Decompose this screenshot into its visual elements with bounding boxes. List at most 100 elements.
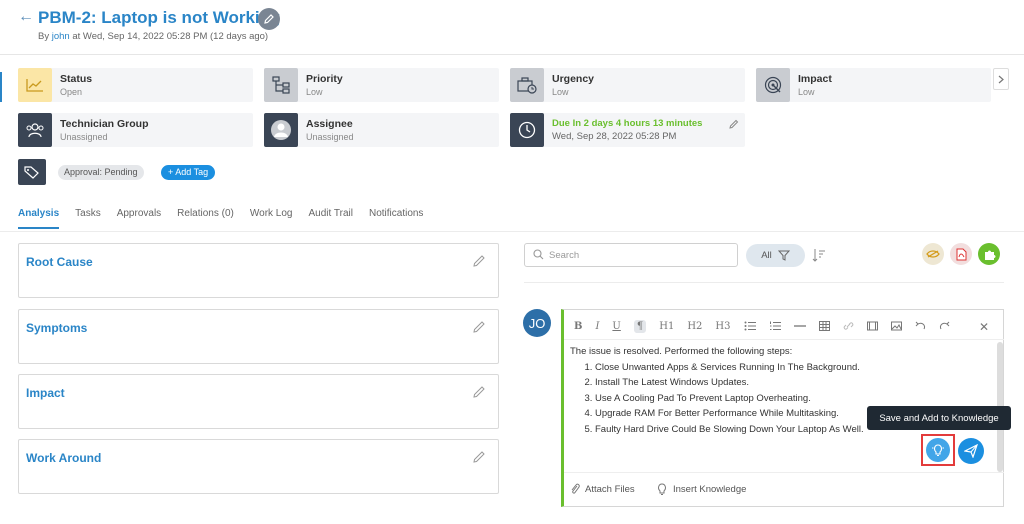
- add-tag-button[interactable]: + Add Tag: [161, 165, 216, 180]
- tab-audit-trail[interactable]: Audit Trail: [309, 208, 353, 229]
- urgency-label: Urgency: [552, 73, 595, 85]
- tag-icon[interactable]: [18, 159, 46, 185]
- byline: By john at Wed, Sep 14, 2022 05:28 PM (1…: [38, 31, 268, 42]
- due-date-card[interactable]: Due In 2 days 4 hours 13 minutes Wed, Se…: [510, 113, 745, 147]
- paragraph-button[interactable]: ¶: [633, 319, 647, 333]
- tab-bar: Analysis Tasks Approvals Relations (0) W…: [18, 208, 439, 229]
- edit-work-around-icon[interactable]: [473, 450, 486, 463]
- numbered-list-icon[interactable]: [769, 321, 781, 331]
- list-item: Close Unwanted Apps & Services Running I…: [595, 360, 864, 376]
- toolbar-divider: [564, 339, 1004, 340]
- status-label: Status: [60, 73, 93, 85]
- target-impact-icon: [756, 68, 790, 102]
- bold-button[interactable]: B: [574, 321, 582, 332]
- tab-approvals[interactable]: Approvals: [117, 208, 161, 229]
- redo-icon[interactable]: [939, 321, 950, 331]
- editor-footer-divider: [564, 472, 1004, 473]
- image-icon[interactable]: [890, 321, 902, 331]
- tab-notifications[interactable]: Notifications: [369, 208, 423, 229]
- edit-impact-icon[interactable]: [473, 385, 486, 398]
- urgency-card[interactable]: Urgency Low: [510, 68, 745, 102]
- horizontal-rule-icon[interactable]: [793, 321, 806, 331]
- assignee-label: Assignee: [306, 118, 353, 130]
- tab-tasks[interactable]: Tasks: [75, 208, 101, 229]
- video-icon[interactable]: [866, 321, 878, 331]
- right-panel-divider: [524, 282, 1004, 283]
- impact-section: Impact: [18, 374, 499, 429]
- pencil-icon[interactable]: [729, 119, 739, 129]
- tab-relations[interactable]: Relations (0): [177, 208, 234, 229]
- heading2-button[interactable]: H2: [687, 321, 702, 332]
- pencil-icon: [264, 14, 274, 24]
- insert-knowledge-label: Insert Knowledge: [673, 483, 747, 495]
- editor-content[interactable]: The issue is resolved. Performed the fol…: [570, 344, 864, 437]
- underline-button[interactable]: U: [612, 321, 620, 332]
- approval-status-tag: Approval: Pending: [58, 165, 144, 180]
- impact-card[interactable]: Impact Low: [756, 68, 991, 102]
- close-icon[interactable]: ✕: [979, 320, 989, 334]
- filter-all-button[interactable]: All: [746, 244, 805, 267]
- assignee-card[interactable]: Assignee Unassigned: [264, 113, 499, 147]
- puzzle-plugin-icon[interactable]: [978, 243, 1000, 265]
- briefcase-clock-icon: [510, 68, 544, 102]
- next-chevron-button[interactable]: [993, 68, 1009, 90]
- tab-work-log[interactable]: Work Log: [250, 208, 293, 229]
- edit-symptoms-icon[interactable]: [473, 320, 486, 333]
- priority-value: Low: [306, 87, 323, 97]
- back-arrow-icon[interactable]: ←: [18, 8, 34, 26]
- table-icon[interactable]: [818, 321, 830, 331]
- list-item: Use A Cooling Pad To Prevent Laptop Over…: [595, 391, 864, 407]
- editor-toolbar: B I U ¶ H1 H2 H3: [574, 317, 963, 335]
- page-title: PBM-2: Laptop is not Working: [38, 8, 281, 27]
- link-icon[interactable]: [843, 321, 854, 331]
- collapse-knowledge-icon[interactable]: [922, 243, 944, 265]
- header-divider: [0, 54, 1024, 55]
- edit-root-cause-icon[interactable]: [473, 254, 486, 267]
- attach-files-button[interactable]: Attach Files: [570, 483, 635, 495]
- search-input[interactable]: Search: [524, 243, 738, 267]
- steps-list: Close Unwanted Apps & Services Running I…: [570, 360, 864, 438]
- impact-title: Impact: [26, 386, 65, 400]
- pdf-export-icon[interactable]: [950, 243, 972, 265]
- created-date: at Wed, Sep 14, 2022 05:28 PM (12 days a…: [72, 31, 269, 42]
- symptoms-section: Symptoms: [18, 309, 499, 364]
- send-button[interactable]: [958, 438, 984, 464]
- left-accent-bar: [0, 72, 2, 102]
- clock-icon: [510, 113, 544, 147]
- priority-card[interactable]: Priority Low: [264, 68, 499, 102]
- user-avatar-icon: [264, 113, 298, 147]
- symptoms-title: Symptoms: [26, 321, 88, 335]
- avatar: JO: [523, 309, 551, 337]
- root-cause-title: Root Cause: [26, 255, 93, 269]
- filter-funnel-icon: [777, 250, 790, 261]
- group-icon: [18, 113, 52, 147]
- technician-group-card[interactable]: Technician Group Unassigned: [18, 113, 253, 147]
- assignee-value: Unassigned: [306, 132, 354, 142]
- technician-group-label: Technician Group: [60, 118, 149, 130]
- work-around-title: Work Around: [26, 451, 102, 465]
- list-item: Install The Latest Windows Updates.: [595, 375, 864, 391]
- due-countdown: Due In 2 days 4 hours 13 minutes: [552, 118, 703, 129]
- paper-plane-icon: [964, 444, 978, 458]
- tab-analysis[interactable]: Analysis: [18, 208, 60, 229]
- priority-flow-icon: [264, 68, 298, 102]
- undo-icon[interactable]: [915, 321, 926, 331]
- heading1-button[interactable]: H1: [659, 321, 674, 332]
- status-card[interactable]: Status Open: [18, 68, 253, 102]
- sort-icon[interactable]: [812, 248, 826, 262]
- author-link[interactable]: john: [52, 31, 70, 42]
- lightbulb-icon: [932, 444, 944, 456]
- tab-divider: [0, 231, 1024, 232]
- status-value: Open: [60, 87, 83, 97]
- save-and-add-to-knowledge-button[interactable]: [926, 438, 950, 462]
- italic-button[interactable]: I: [595, 321, 599, 332]
- heading3-button[interactable]: H3: [715, 321, 730, 332]
- edit-title-button[interactable]: [258, 8, 280, 30]
- paperclip-icon: [571, 483, 580, 494]
- list-item: Upgrade RAM For Better Performance While…: [595, 406, 864, 422]
- impact-label: Impact: [798, 73, 832, 85]
- urgency-value: Low: [552, 87, 569, 97]
- bullet-list-icon[interactable]: [744, 321, 756, 331]
- technician-group-value: Unassigned: [60, 132, 108, 142]
- insert-knowledge-button[interactable]: Insert Knowledge: [656, 483, 746, 495]
